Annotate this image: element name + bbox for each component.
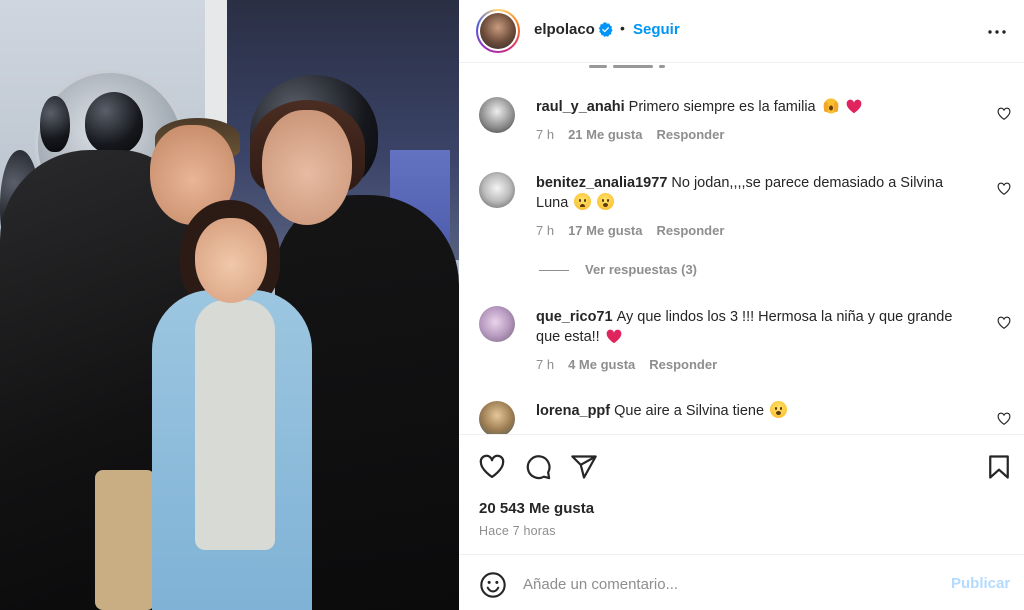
like-comment-icon[interactable] (997, 182, 1011, 196)
like-comment-icon[interactable] (997, 107, 1011, 121)
surprised-face-emoji (597, 193, 615, 210)
comment-time: 7 h (536, 223, 555, 238)
add-comment-bar: Publicar (459, 554, 1024, 610)
comment-input[interactable] (523, 569, 943, 599)
commenter-username[interactable]: raul_y_anahi (536, 99, 625, 115)
commenter-avatar[interactable] (479, 401, 515, 434)
post-actions: 20 543 Me gusta Hace 7 horas (459, 434, 1024, 554)
post-side-panel: elpolaco • Seguir raul_y_anahi Primero si… (459, 0, 1024, 610)
bookmark-icon[interactable] (985, 453, 1013, 481)
sad-face-emoji (574, 193, 592, 210)
author-username[interactable]: elpolaco (534, 21, 595, 38)
commenter-avatar[interactable] (479, 97, 515, 133)
author-avatar[interactable] (476, 9, 520, 53)
comment-meta: 7 h 21 Me gusta Responder (536, 127, 738, 142)
follow-button[interactable]: Seguir (633, 21, 680, 38)
comment-likes[interactable]: 17 Me gusta (568, 223, 642, 238)
post-photo[interactable] (0, 0, 459, 610)
comment-meta: 7 h 17 Me gusta Responder (536, 223, 738, 238)
like-comment-icon[interactable] (997, 412, 1011, 426)
like-comment-icon[interactable] (997, 316, 1011, 330)
clipped-text (589, 64, 789, 69)
comment-time: 7 h (536, 357, 555, 372)
emoji-picker-icon[interactable] (479, 571, 507, 599)
comment-likes[interactable]: 4 Me gusta (568, 357, 635, 372)
post-time: Hace 7 horas (479, 524, 556, 538)
reply-button[interactable]: Responder (657, 127, 725, 142)
comment-likes[interactable]: 21 Me gusta (568, 127, 642, 142)
reply-button[interactable]: Responder (649, 357, 717, 372)
commenter-avatar[interactable] (479, 306, 515, 342)
comment-icon[interactable] (524, 453, 552, 481)
post-header: elpolaco • Seguir (459, 0, 1024, 63)
red-heart-emoji (606, 329, 622, 344)
comment-text: Que aire a Silvina tiene (614, 403, 765, 419)
reply-button[interactable]: Responder (657, 223, 725, 238)
send-icon[interactable] (570, 453, 598, 481)
view-replies-button[interactable]: Ver respuestas (3) (539, 262, 697, 277)
more-options-icon[interactable] (985, 20, 1009, 44)
comment-meta: 7 h 4 Me gusta Responder (536, 357, 731, 372)
likes-count[interactable]: 20 543 Me gusta (479, 500, 594, 517)
commenter-avatar[interactable] (479, 172, 515, 208)
comment-time: 7 h (536, 127, 555, 142)
replies-divider (539, 270, 569, 272)
separator-dot: • (620, 20, 625, 36)
red-heart-emoji (846, 99, 862, 114)
commenter-username[interactable]: lorena_ppf (536, 403, 610, 419)
heart-icon[interactable] (478, 453, 506, 481)
publish-button[interactable]: Publicar (951, 575, 1010, 592)
commenter-username[interactable]: que_rico71 (536, 309, 613, 325)
commenter-username[interactable]: benitez_analia1977 (536, 175, 667, 191)
comment-text: Primero siempre es la familia (628, 99, 816, 115)
verified-badge-icon (598, 22, 613, 37)
surprised-face-emoji (770, 401, 788, 418)
hands-emoji (822, 97, 840, 114)
comments-list[interactable]: raul_y_anahi Primero siempre es la famili… (459, 64, 1024, 434)
